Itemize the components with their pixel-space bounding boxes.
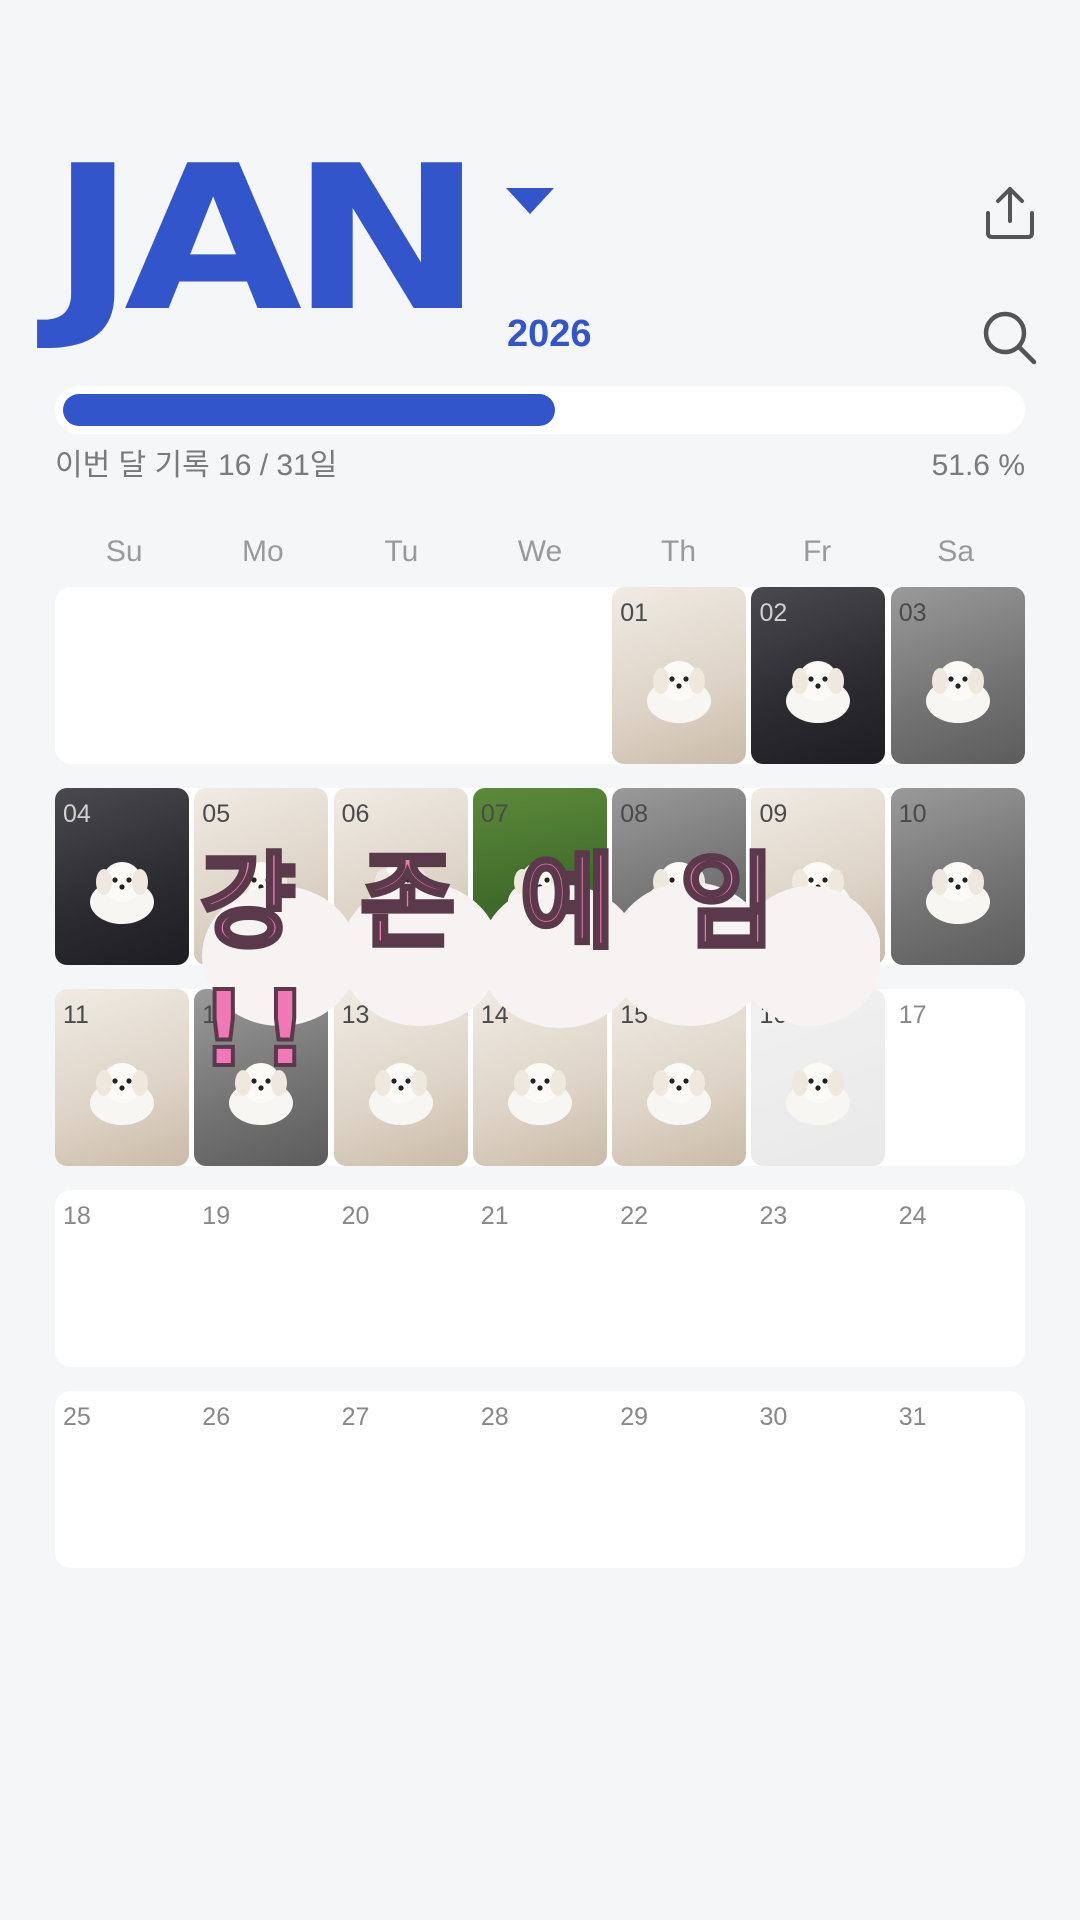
day-cell[interactable]: 22 <box>612 1190 746 1367</box>
day-number: 31 <box>898 1403 927 1431</box>
day-cell-photo[interactable]: 03 <box>890 587 1025 764</box>
puppy-photo <box>916 655 1000 725</box>
day-cell[interactable]: 30 <box>751 1391 885 1568</box>
share-icon[interactable] <box>980 183 1040 243</box>
progress-percent: 51.6 % <box>931 449 1025 482</box>
day-number: 11 <box>63 1001 89 1029</box>
day-number: 29 <box>620 1403 648 1431</box>
day-cell[interactable]: 28 <box>473 1391 607 1568</box>
sticker-text: 걍 존 예 임 !! <box>198 839 790 1092</box>
day-cell-photo[interactable]: 02 <box>751 587 886 764</box>
day-cell[interactable]: 25 <box>55 1391 189 1568</box>
day-number: 21 <box>480 1202 509 1230</box>
day-cell[interactable]: 23 <box>751 1190 885 1367</box>
day-number: 03 <box>898 599 927 627</box>
day-cell[interactable]: 31 <box>891 1391 1025 1568</box>
day-cell-photo[interactable]: 01 <box>612 587 747 764</box>
weekday-label: Fr <box>802 535 832 568</box>
progress-label: 이번 달 기록 16 / 31일 <box>55 449 338 482</box>
puppy-photo <box>80 1057 164 1127</box>
weekday-label: Su <box>105 535 143 568</box>
day-cell[interactable]: 17 <box>891 989 1025 1166</box>
puppy-photo <box>80 856 164 926</box>
day-number: 22 <box>620 1202 648 1230</box>
day-number: 19 <box>202 1202 231 1230</box>
month-progress-bar <box>55 386 1025 434</box>
weekday-label: Mo <box>242 535 284 568</box>
day-cell[interactable]: 24 <box>891 1190 1025 1367</box>
empty-day-cell <box>334 587 468 764</box>
day-number: 04 <box>63 800 91 828</box>
sticker-overlay: 걍 존 예 임 !! <box>198 839 880 1092</box>
puppy-photo <box>637 655 721 725</box>
day-cell[interactable]: 20 <box>334 1190 468 1367</box>
empty-day-cell <box>194 587 328 764</box>
weekday-header: Su Mo Tu We Th Fr Sa <box>55 532 1025 572</box>
day-cell[interactable]: 26 <box>194 1391 328 1568</box>
day-cell-photo[interactable]: 04 <box>55 788 189 965</box>
month-title[interactable]: JAN <box>50 140 483 340</box>
day-number: 26 <box>202 1403 231 1431</box>
weekday-label: Tu <box>384 535 419 568</box>
day-number: 28 <box>480 1403 509 1431</box>
day-cell[interactable]: 19 <box>194 1190 328 1367</box>
day-cell[interactable]: 27 <box>334 1391 468 1568</box>
day-number: 23 <box>759 1202 788 1230</box>
day-number: 17 <box>898 1001 927 1029</box>
empty-day-cell <box>473 587 607 764</box>
day-number: 01 <box>620 599 648 627</box>
day-number: 10 <box>898 800 927 828</box>
day-cell-photo[interactable]: 10 <box>890 788 1025 965</box>
puppy-photo <box>776 655 860 725</box>
day-cell[interactable]: 29 <box>612 1391 746 1568</box>
day-number: 30 <box>759 1403 788 1431</box>
year-label: 2026 <box>507 313 592 355</box>
day-cell[interactable]: 21 <box>473 1190 607 1367</box>
day-number: 02 <box>759 599 788 627</box>
search-icon[interactable] <box>980 308 1040 368</box>
day-number: 24 <box>898 1202 927 1230</box>
weekday-label: We <box>517 535 563 568</box>
day-number: 18 <box>63 1202 91 1230</box>
day-number: 25 <box>63 1403 91 1431</box>
day-cell-photo[interactable]: 11 <box>55 989 189 1166</box>
day-number: 27 <box>341 1403 370 1431</box>
weekday-label: Sa <box>937 535 975 568</box>
day-cell[interactable]: 18 <box>55 1190 189 1367</box>
puppy-photo <box>916 856 1000 926</box>
weekday-label: Th <box>661 535 697 568</box>
triangle-down-icon[interactable] <box>506 188 554 214</box>
empty-day-cell <box>55 587 189 764</box>
header: JAN 2026 <box>0 0 1080 380</box>
day-number: 20 <box>341 1202 370 1230</box>
progress-fill <box>63 394 556 426</box>
